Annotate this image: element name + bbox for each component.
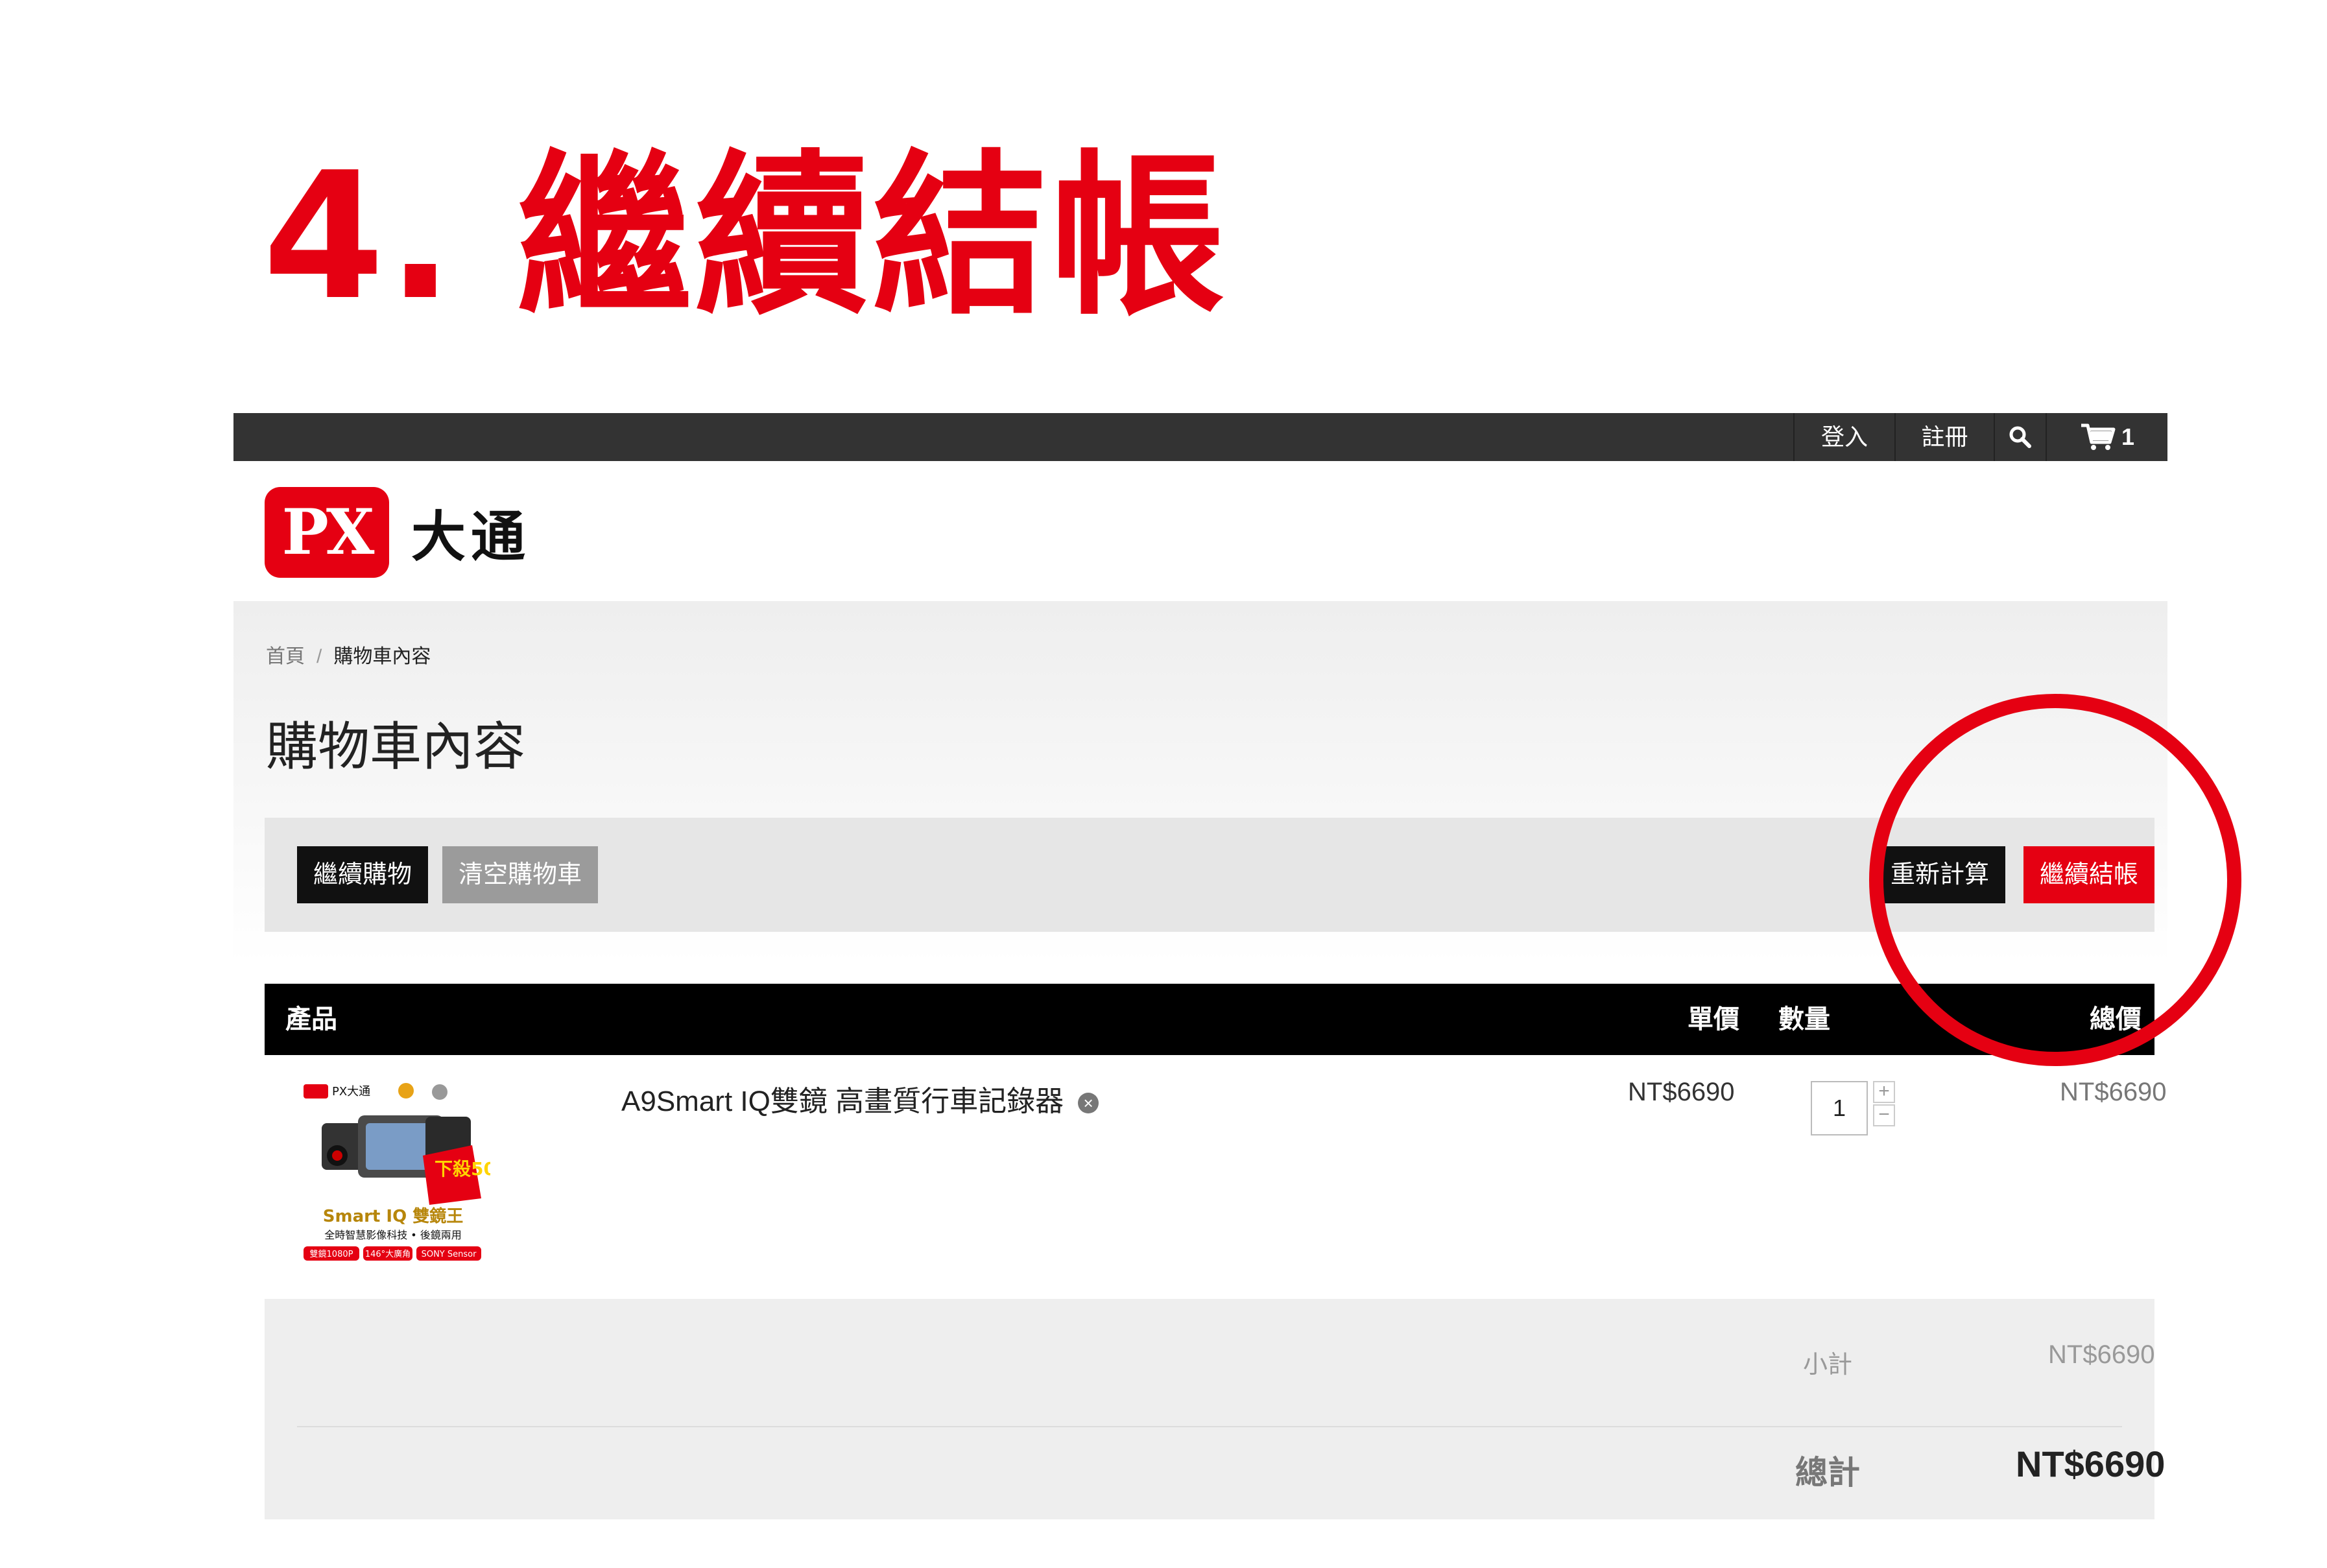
cart-count: 1 xyxy=(2121,423,2135,450)
subtotal-value: NT$6690 xyxy=(2048,1340,2155,1369)
login-link[interactable]: 登入 xyxy=(1793,413,1894,461)
product-image-tag: 雙鏡1080P xyxy=(310,1250,353,1259)
step-title: 繼續結帳 xyxy=(517,134,1228,339)
product-image[interactable]: PX大通 下殺500 Smart IQ 雙鏡王 全時智慧影像科技 • 後鏡兩用 … xyxy=(296,1078,490,1272)
breadcrumb-home[interactable]: 首頁 xyxy=(266,646,305,667)
total-value: NT$6690 xyxy=(2016,1443,2166,1484)
breadcrumb-separator: / xyxy=(316,646,322,667)
search-icon xyxy=(2009,426,2031,448)
product-image-tag: SONY Sensor xyxy=(422,1250,477,1259)
register-link[interactable]: 註冊 xyxy=(1894,413,1994,461)
header-total: 總價 xyxy=(2090,1005,2142,1034)
breadcrumb: 首頁 / 購物車內容 xyxy=(266,640,431,669)
product-name: A9Smart IQ雙鏡 高畫質行車記錄器 × xyxy=(621,1078,1099,1119)
product-name-link[interactable]: A9Smart IQ雙鏡 高畫質行車記錄器 xyxy=(621,1086,1064,1117)
subtotal-label: 小計 xyxy=(1803,1351,1853,1379)
cart-table-header: 產品 單價 數量 總價 xyxy=(265,984,2154,1055)
quantity-input[interactable]: 1 xyxy=(1811,1081,1868,1135)
order-summary: 小計 NT$6690 總計 NT$6690 xyxy=(265,1299,2165,1519)
unit-price: NT$6690 xyxy=(1628,1078,1735,1106)
total-label: 總計 xyxy=(1795,1455,1860,1491)
logo-name: 大通 xyxy=(411,504,531,569)
breadcrumb-current: 購物車內容 xyxy=(333,646,431,667)
clear-cart-button[interactable]: 清空購物車 xyxy=(442,846,598,903)
product-image-tag: 146°大廣角 xyxy=(365,1250,411,1259)
page-title: 購物車內容 xyxy=(266,718,525,776)
continue-shopping-button[interactable]: 繼續購物 xyxy=(297,846,428,903)
cart-button[interactable]: 1 xyxy=(2046,413,2167,461)
checkout-button[interactable]: 繼續結帳 xyxy=(2023,846,2154,903)
top-nav-bar: 登入 註冊 1 xyxy=(233,413,2167,461)
logo-badge: PX xyxy=(265,487,389,578)
search-button[interactable] xyxy=(1994,413,2046,461)
product-image-headline: Smart IQ 雙鏡王 xyxy=(323,1206,464,1226)
product-image-badge: 下殺500 xyxy=(435,1158,490,1180)
quantity-decrease-icon[interactable]: − xyxy=(1873,1104,1895,1126)
slide-heading: 4. 繼續結帳 xyxy=(263,139,1228,334)
header-quantity: 數量 xyxy=(1778,1005,1830,1034)
site-logo[interactable]: PX 大通 xyxy=(265,487,531,578)
remove-item-icon[interactable]: × xyxy=(1078,1093,1099,1114)
product-image-tagline: 全時智慧影像科技 • 後鏡兩用 xyxy=(324,1229,462,1241)
quantity-increase-icon[interactable]: + xyxy=(1873,1081,1895,1103)
header-product: 產品 xyxy=(285,1005,337,1034)
cart-page-screenshot: 登入 註冊 1 PX 大通 首頁 / 購物車內容 購物車內容 繼續購物 清空購物車 xyxy=(233,413,2167,1519)
recalculate-button[interactable]: 重新計算 xyxy=(1874,846,2005,903)
header-unit-price: 單價 xyxy=(1688,1005,1739,1034)
cart-icon xyxy=(2081,423,2116,450)
step-number: 4. xyxy=(263,134,457,339)
summary-divider xyxy=(297,1426,2122,1427)
product-image-brand: PX大通 xyxy=(332,1085,370,1099)
cart-action-bar: 繼續購物 清空購物車 重新計算 繼續結帳 xyxy=(265,818,2154,932)
line-total: NT$6690 xyxy=(2060,1078,2167,1106)
cart-row: PX大通 下殺500 Smart IQ 雙鏡王 全時智慧影像科技 • 後鏡兩用 … xyxy=(265,1055,2167,1295)
